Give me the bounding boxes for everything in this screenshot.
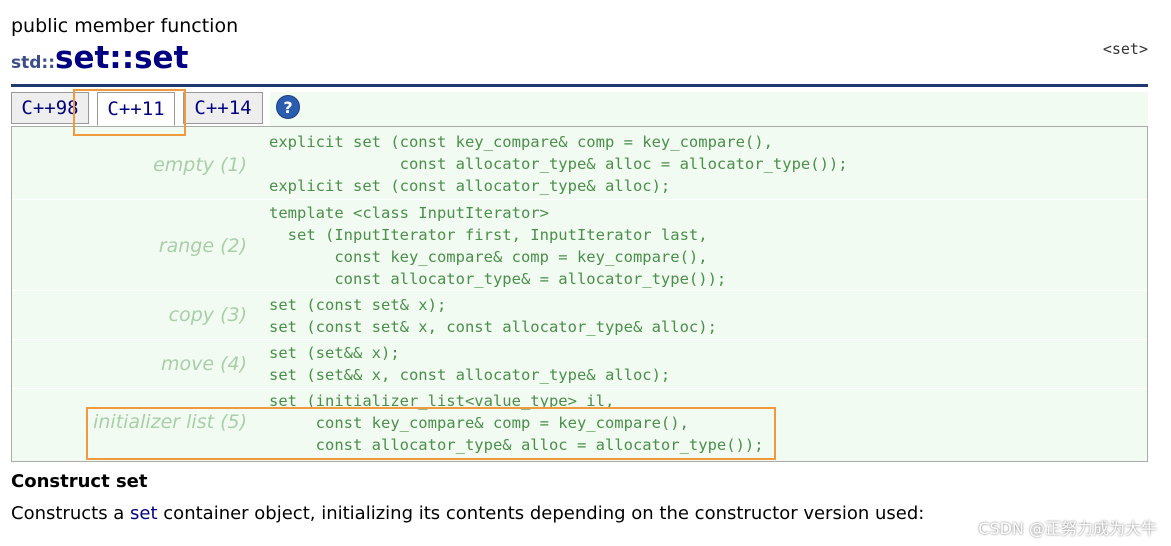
constructor-row-move: move (4) set (set&& x); set (set&& x, co…: [12, 340, 1147, 389]
description-text-before: Constructs a: [11, 503, 131, 524]
description: Constructs a set container object, initi…: [11, 503, 924, 524]
constructor-code: set (const set& x); set (const set& x, c…: [269, 296, 717, 336]
title-divider: [11, 84, 1148, 87]
member-type-label: public member function: [11, 15, 239, 37]
watermark: CSDN @正努力成为大牛: [978, 519, 1157, 538]
section-title: Construct set: [11, 471, 148, 492]
description-text-after: container object, initializing its conte…: [157, 503, 925, 524]
constructor-row-range: range (2) template <class InputIterator>…: [12, 200, 1147, 291]
tab-cpp14[interactable]: C++14: [183, 92, 263, 124]
highlight-box-initializer-list: [86, 407, 776, 460]
constructor-code: explicit set (const key_compare& comp = …: [269, 133, 848, 195]
tab-strip-background: [270, 92, 1148, 126]
highlight-box-tab: [73, 89, 186, 136]
help-icon[interactable]: ?: [276, 95, 300, 119]
constructor-label: empty (1): [153, 154, 247, 176]
constructor-label: move (4): [160, 353, 247, 375]
constructor-label: copy (3): [168, 304, 247, 326]
set-link[interactable]: set: [130, 503, 158, 524]
page-title: std::set::set: [11, 40, 188, 76]
title-name: set::set: [55, 40, 189, 76]
constructor-code: template <class InputIterator> set (Inpu…: [269, 204, 727, 288]
constructor-row-empty: empty (1) explicit set (const key_compar…: [12, 127, 1147, 200]
title-namespace: std::: [11, 53, 56, 73]
constructor-label: range (2): [158, 235, 247, 257]
constructor-code: set (set&& x); set (set&& x, const alloc…: [269, 344, 671, 384]
header-link[interactable]: <set>: [1103, 40, 1148, 58]
constructor-row-copy: copy (3) set (const set& x); set (const …: [12, 291, 1147, 340]
